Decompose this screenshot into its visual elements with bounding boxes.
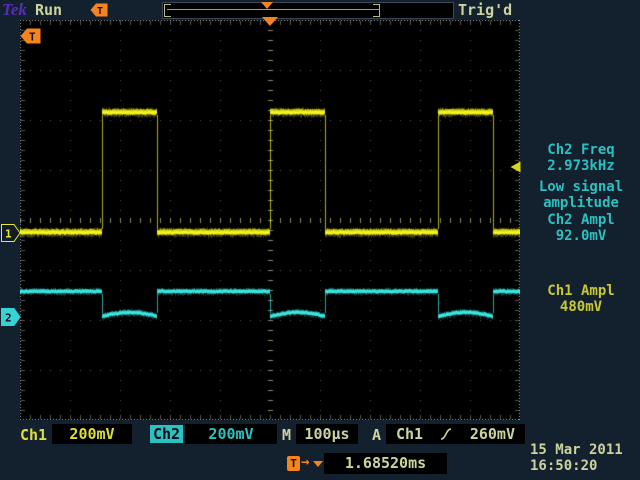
ch1-marker-label: 1 xyxy=(5,228,12,241)
record-window-left-bracket-icon xyxy=(164,4,171,17)
oscilloscope-screen: Tek Run T Trig'd T 1 2 Ch2 Freq xyxy=(0,0,640,480)
measurement-label: Ch1 Ampl xyxy=(526,283,636,299)
date-label: 15 Mar 2011 xyxy=(530,442,623,458)
graticule-waveform-canvas xyxy=(20,20,520,420)
measurement-label: Ch2 Freq xyxy=(526,142,636,158)
record-window-right-bracket-icon xyxy=(373,4,380,17)
ch1-scale-readout: 200mV xyxy=(52,424,132,444)
delay-triangle-icon xyxy=(313,461,323,467)
record-trigger-triangle-icon xyxy=(261,2,273,9)
measurement-warning-line1: Low signal xyxy=(526,179,636,195)
trigger-source: Ch1 xyxy=(396,424,423,444)
measurement-warning-line2: amplitude xyxy=(526,195,636,211)
delay-arrow-icon: → xyxy=(301,454,309,470)
t-icon-label: T xyxy=(97,6,103,17)
rising-slope-icon xyxy=(440,427,452,441)
trigger-level-arrow-icon xyxy=(510,161,521,173)
trigger-position-t-icon: T xyxy=(90,3,108,17)
t-icon-label: T xyxy=(29,31,36,44)
trigger-level-value: 260mV xyxy=(470,424,515,444)
record-view-bar xyxy=(162,2,454,19)
tek-logo: Tek xyxy=(2,0,27,20)
ch2-scale-readout: 200mV xyxy=(185,424,277,444)
timebase-label: M xyxy=(282,426,291,446)
expansion-point-triangle-icon xyxy=(262,17,278,26)
trigger-readout: Ch1 260mV xyxy=(386,424,525,444)
ch2-marker-label: 2 xyxy=(5,312,12,325)
measurement-value: 92.0mV xyxy=(526,228,636,244)
ch2-ground-marker: 2 xyxy=(1,308,21,326)
ch2-readout-badge: Ch2 xyxy=(150,425,183,443)
datetime-display: 15 Mar 2011 16:50:20 xyxy=(530,442,623,474)
measurement-value: 2.973kHz xyxy=(526,158,636,174)
trigger-menu-label: A xyxy=(372,426,381,446)
measurement-ch1-ampl: Ch1 Ampl 480mV xyxy=(526,283,636,315)
measurement-ch2-ampl: Ch2 Ampl 92.0mV xyxy=(526,212,636,244)
acquisition-status: Run xyxy=(35,1,62,19)
status-bar: Tek Run T Trig'd xyxy=(0,0,640,20)
delay-t-icon: T xyxy=(287,456,300,471)
ch1-readout-label: Ch1 xyxy=(20,426,47,446)
delay-time-readout: 1.68520ms xyxy=(324,453,447,474)
record-waveform-line xyxy=(167,9,380,10)
measurement-value: 480mV xyxy=(526,299,636,315)
measurement-label: Ch2 Ampl xyxy=(526,212,636,228)
timebase-readout: 100µs xyxy=(296,424,358,444)
ch1-ground-marker: 1 xyxy=(1,224,21,242)
measurement-ch2-freq: Ch2 Freq 2.973kHz Low signal amplitude xyxy=(526,142,636,211)
trigger-state-label: Trig'd xyxy=(458,1,512,19)
trigger-offscreen-t-icon: T xyxy=(20,28,41,44)
time-label: 16:50:20 xyxy=(530,458,623,474)
